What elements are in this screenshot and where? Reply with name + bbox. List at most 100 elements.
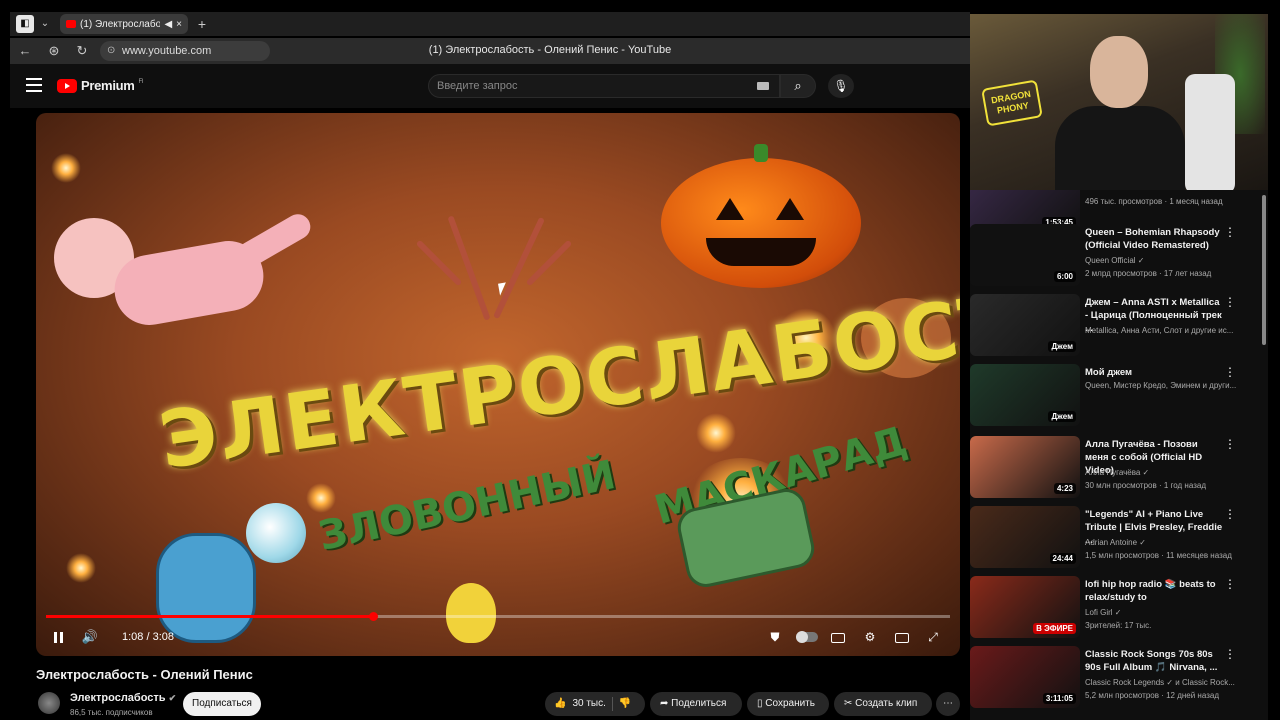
more-options-icon[interactable]: ⋮ <box>1224 508 1236 520</box>
search-input[interactable]: Введите запрос <box>428 74 780 98</box>
recommendation-channel[interactable]: Алла Пугачёва ✓ <box>1085 468 1255 477</box>
channel-avatar[interactable] <box>38 692 60 714</box>
voice-search-mic-icon[interactable]: 🎙 <box>828 74 854 98</box>
hamburger-menu-icon[interactable] <box>26 78 42 92</box>
autoplay-toggle[interactable] <box>796 631 818 643</box>
like-count[interactable]: 30 тыс. <box>572 692 605 716</box>
recommendation-title[interactable]: Classic Rock Songs 70s 80s 90s Full Albu… <box>1085 648 1223 674</box>
recommendation-channel[interactable]: Lofi Girl ✓ <box>1085 608 1255 617</box>
duration-badge: 6:00 <box>1053 271 1076 282</box>
ember-glow <box>51 153 81 183</box>
browser-tab[interactable]: (1) Электрослабость ◀ × <box>60 14 188 34</box>
tab-audio-icon[interactable]: ◀ <box>164 19 172 30</box>
duration-badge: 3:11:05 <box>1042 693 1076 704</box>
more-actions-icon[interactable]: ⋯ <box>936 692 960 716</box>
address-bar[interactable]: ⊙ www.youtube.com <box>100 41 270 61</box>
shield-badge-icon[interactable]: ⛊ <box>764 627 786 647</box>
create-clip-button[interactable]: ✂ Создать клип <box>834 692 932 716</box>
youtube-premium-logo[interactable]: Premium FI <box>57 78 144 93</box>
recommendation-item[interactable]: Джем Мой джем Queen, Мистер Кредо, Эминем … <box>970 364 1268 430</box>
tab-list-chevron-icon[interactable]: ⌄ <box>38 15 52 33</box>
recommendation-meta: 496 тыс. просмотров · 1 месяц назад <box>1085 197 1223 206</box>
recommendation-item[interactable]: 3:11:05 Classic Rock Songs 70s 80s 90s Fu… <box>970 646 1268 712</box>
new-tab-button[interactable]: + <box>194 15 210 33</box>
video-thumbnail[interactable]: Джем <box>970 364 1080 426</box>
video-thumbnail[interactable]: 6:00 <box>970 224 1080 286</box>
miniplayer-icon[interactable] <box>892 627 912 647</box>
recommendation-meta: 5,2 млн просмотров · 12 дней назад <box>1085 691 1219 700</box>
duration-badge: 4:23 <box>1053 483 1076 494</box>
duration-badge: В ЭФИРЕ <box>1033 623 1076 634</box>
sidebar-scrollbar[interactable] <box>1262 195 1266 345</box>
duration-badge: Джем <box>1048 411 1076 422</box>
recommendation-item[interactable]: В ЭФИРЕ lofi hip hop radio 📚 beats to rel… <box>970 576 1268 642</box>
video-thumbnail[interactable]: 24:44 <box>970 506 1080 568</box>
like-thumb-icon[interactable]: 👍 <box>554 692 566 716</box>
streamer-figure <box>1055 36 1185 190</box>
fullscreen-icon[interactable]: ⤢ <box>923 627 943 647</box>
browser-tab-title: (1) Электрослабость <box>80 18 161 30</box>
recommendation-title[interactable]: Queen – Bohemian Rhapsody (Official Vide… <box>1085 226 1223 252</box>
time-display: 1:08 / 3:08 <box>122 631 174 643</box>
more-options-icon[interactable]: ⋮ <box>1224 226 1236 238</box>
video-thumbnail[interactable]: 4:23 <box>970 436 1080 498</box>
recommendation-channel[interactable]: Metallica, Анна Асти, Слот и другие ис..… <box>1085 326 1255 335</box>
settings-gear-icon[interactable]: ⚙ <box>860 627 880 647</box>
recommendation-meta: 2 млрд просмотров · 17 лет назад <box>1085 269 1212 278</box>
recommendation-title[interactable]: Мой джем <box>1085 366 1223 379</box>
recommendation-item[interactable]: 6:00 Queen – Bohemian Rhapsody (Official … <box>970 224 1268 290</box>
scissors-icon: ✂ <box>844 698 856 709</box>
recommendation-meta: 30 млн просмотров · 1 год назад <box>1085 481 1206 490</box>
duration-badge: 24:44 <box>1049 553 1076 564</box>
video-thumbnail[interactable]: Джем <box>970 294 1080 356</box>
video-progress-bar[interactable] <box>46 612 950 621</box>
recommendation-meta: 1,5 млн просмотров · 11 месяцев назад <box>1085 551 1232 560</box>
recommendation-channel[interactable]: Queen Official ✓ <box>1085 256 1255 265</box>
save-button[interactable]: ▯ Сохранить <box>747 692 829 716</box>
site-info-icon[interactable]: ⊙ <box>107 41 115 61</box>
share-arrow-icon: ➦ <box>660 698 672 709</box>
workspace-icon[interactable]: ◧ <box>16 15 34 33</box>
pause-button[interactable] <box>50 627 66 647</box>
save-label: Сохранить <box>765 698 815 709</box>
baby-illustration <box>54 208 315 368</box>
dislike-thumb-icon[interactable]: 👎 <box>619 692 631 716</box>
search-icon: ⌕ <box>794 78 802 93</box>
verified-check-icon: ✔ <box>168 693 177 703</box>
video-player[interactable]: ЭЛЕКТРОСЛАБОСТЬ ЗЛОВОННЫЙ МАСКАРАД 🔊 1:0… <box>36 113 960 656</box>
subtitles-icon[interactable] <box>828 627 848 647</box>
channel-name[interactable]: Электрослабость ✔ <box>70 692 176 704</box>
progress-scrubber-knob[interactable] <box>369 612 379 621</box>
recommendation-meta: Зрителей: 17 тыс. <box>1085 621 1152 630</box>
recommendation-item[interactable]: 24:44 "Legends" AI + Piano Live Tribute |… <box>970 506 1268 572</box>
video-title: Электрослабость - Олений Пенис <box>36 667 253 682</box>
back-arrow-icon[interactable]: ← <box>16 42 34 60</box>
recommendation-item[interactable]: Джем Джем – Anna ASTI x Metallica - Цариц… <box>970 294 1268 360</box>
tab-close-icon[interactable]: × <box>176 19 182 30</box>
youtube-favicon-icon <box>66 20 76 28</box>
more-options-icon[interactable]: ⋮ <box>1224 648 1236 660</box>
more-options-icon[interactable]: ⋮ <box>1224 578 1236 590</box>
browser-logo-icon[interactable]: ⊛ <box>45 42 63 60</box>
like-dislike-group[interactable]: 👍 30 тыс. 👎 <box>545 692 645 716</box>
share-button[interactable]: ➦ Поделиться <box>650 692 742 716</box>
search-button[interactable]: ⌕ <box>780 74 816 98</box>
keyboard-icon[interactable] <box>757 82 769 90</box>
recommendation-channel[interactable]: Classic Rock Legends ✓ и Classic Rock... <box>1085 678 1255 687</box>
antlers-illustration <box>396 193 596 343</box>
recommendation-channel[interactable]: Adrian Antoine ✓ <box>1085 538 1255 547</box>
youtube-play-logo-icon <box>57 78 77 93</box>
more-options-icon[interactable]: ⋮ <box>1224 296 1236 308</box>
more-options-icon[interactable]: ⋮ <box>1224 438 1236 450</box>
reload-icon[interactable]: ↻ <box>73 42 91 60</box>
video-thumbnail[interactable]: 3:11:05 <box>970 646 1080 708</box>
channel-name-text[interactable]: Электрослабость <box>70 692 166 704</box>
video-thumbnail[interactable]: В ЭФИРЕ <box>970 576 1080 638</box>
neon-sign: DRAGON PHONY <box>981 79 1043 127</box>
more-options-icon[interactable]: ⋮ <box>1224 366 1236 378</box>
recommendation-channel[interactable]: Queen, Мистер Кредо, Эминем и други... <box>1085 381 1255 390</box>
recommendation-title[interactable]: lofi hip hop radio 📚 beats to relax/stud… <box>1085 578 1223 604</box>
recommendation-item[interactable]: 4:23 Алла Пугачёва - Позови меня с собой … <box>970 436 1268 502</box>
volume-icon[interactable]: 🔊 <box>80 627 100 647</box>
subscribe-button[interactable]: Подписаться <box>183 692 261 716</box>
